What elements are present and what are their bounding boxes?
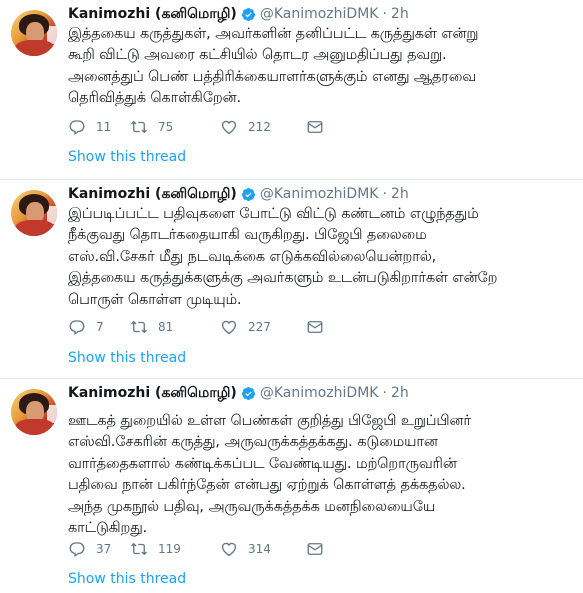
author-name[interactable]: Kanimozhi (கனிமொழி) (68, 185, 237, 203)
direct-message-button[interactable] (306, 540, 324, 558)
like-count: 314 (248, 542, 271, 556)
tweet-text-line: அந்த முகநூல் பதிவு, அருவருக்கத்தக்க மனநி… (68, 498, 436, 515)
reply-button[interactable]: 37 (68, 540, 130, 558)
retweet-button[interactable]: 81 (130, 318, 220, 336)
show-thread-link[interactable]: Show this thread (68, 149, 186, 165)
tweet[interactable]: Kanimozhi (கனிமொழி) @KanimozhiDMK · 2h இ… (0, 0, 583, 180)
verified-badge-icon (241, 386, 255, 400)
author-name[interactable]: Kanimozhi (கனிமொழி) (68, 384, 237, 402)
direct-message-button[interactable] (306, 318, 324, 336)
tweet-text-line: வார்த்தைகளால் கண்டிக்கப்பட வேண்டியது. மற… (68, 455, 457, 472)
like-button[interactable]: 314 (220, 540, 306, 558)
direct-message-icon (307, 321, 323, 333)
separator-dot: · (382, 6, 387, 22)
tweet-actions: 7 81 227 (68, 318, 324, 336)
retweet-button[interactable]: 75 (130, 118, 220, 136)
direct-message-icon (307, 543, 323, 555)
reply-button[interactable]: 7 (68, 318, 130, 336)
retweet-count: 75 (158, 120, 174, 134)
avatar[interactable] (11, 389, 57, 435)
tweet-text-line: அனைத்துப் பெண் பத்திரிக்கையாளர்களுக்கும்… (68, 68, 476, 85)
like-button[interactable]: 212 (220, 118, 306, 136)
tweet-timeline: Kanimozhi (கனிமொழி) @KanimozhiDMK · 2h இ… (0, 0, 583, 593)
tweet[interactable]: Kanimozhi (கனிமொழி) @KanimozhiDMK · 2h இ… (0, 180, 583, 379)
author-handle[interactable]: @KanimozhiDMK (260, 185, 379, 203)
retweet-count: 81 (158, 320, 174, 334)
like-icon (221, 320, 237, 335)
tweet-text-line: கூறி விட்டு அவரை கட்சியில் தொடர அனுமதிப்… (68, 47, 447, 64)
tweet-text: ஊடகத் துறையில் உள்ள பெண்கள் குறித்து பிஜ… (68, 411, 568, 539)
avatar[interactable] (11, 190, 57, 236)
author-handle[interactable]: @KanimozhiDMK (260, 384, 379, 402)
retweet-count: 119 (158, 542, 181, 556)
author-name[interactable]: Kanimozhi (கனிமொழி) (68, 5, 237, 23)
tweet[interactable]: Kanimozhi (கனிமொழி) @KanimozhiDMK · 2h ஊ… (0, 379, 583, 593)
like-icon (221, 542, 237, 557)
reply-button[interactable]: 11 (68, 118, 130, 136)
tweet-text-line: நீக்குவது தொடர்கதையாகி வருகிறது. பிஜேபி … (68, 227, 427, 244)
separator-dot: · (382, 186, 387, 202)
retweet-icon (131, 542, 147, 556)
retweet-button[interactable]: 119 (130, 540, 220, 558)
tweet-text-line: எஸ்வி.சேகரின் கருத்து, அருவருக்கத்தக்கது… (68, 434, 438, 451)
tweet-text-line: பதிவை நான் பகிர்ந்தேன் என்பது ஏற்றுக் கொ… (68, 477, 466, 494)
tweet-text-line: இப்படிப்பட்ட பதிவுகளை போட்டு விட்டு கண்ட… (68, 206, 479, 222)
author-handle[interactable]: @KanimozhiDMK (260, 5, 379, 23)
tweet-text: இத்தகைய கருத்துகள், அவர்களின் தனிப்பட்ட … (68, 24, 568, 110)
like-icon (221, 120, 237, 135)
retweet-icon (131, 320, 147, 334)
tweet-timestamp[interactable]: 2h (391, 384, 409, 402)
reply-icon (69, 120, 85, 136)
verified-badge-icon (241, 7, 255, 21)
tweet-text-line: பொருள் கொள்ள முடியும். (68, 291, 242, 308)
tweet-text-line: எஸ்.வி.சேகர் மீது நடவடிக்கை எடுக்கவில்லை… (68, 248, 437, 265)
tweet-text-line: காட்டுகிறது. (68, 520, 148, 537)
tweet-text: இப்படிப்பட்ட பதிவுகளை போட்டு விட்டு கண்ட… (68, 204, 568, 311)
reply-count: 11 (96, 120, 112, 134)
tweet-header: Kanimozhi (கனிமொழி) @KanimozhiDMK · 2h (68, 384, 409, 402)
tweet-actions: 37 119 314 (68, 540, 324, 558)
reply-count: 7 (96, 320, 104, 334)
verified-badge-icon (241, 187, 255, 201)
reply-count: 37 (96, 542, 112, 556)
direct-message-icon (307, 121, 323, 133)
tweet-timestamp[interactable]: 2h (391, 5, 409, 23)
like-button[interactable]: 227 (220, 318, 306, 336)
direct-message-button[interactable] (306, 118, 324, 136)
show-thread-link[interactable]: Show this thread (68, 350, 186, 366)
tweet-timestamp[interactable]: 2h (391, 185, 409, 203)
tweet-text-line: ஊடகத் துறையில் உள்ள பெண்கள் குறித்து பிஜ… (68, 413, 471, 429)
tweet-text-line: இத்தகைய கருத்துகள், அவர்களின் தனிப்பட்ட … (68, 26, 479, 42)
separator-dot: · (382, 385, 387, 401)
tweet-header: Kanimozhi (கனிமொழி) @KanimozhiDMK · 2h (68, 5, 409, 23)
reply-icon (69, 320, 85, 336)
like-count: 212 (248, 120, 271, 134)
tweet-text-line: தெரிவித்துக் கொள்கிறேன். (68, 90, 242, 107)
like-count: 227 (248, 320, 271, 334)
tweet-actions: 11 75 212 (68, 118, 324, 136)
tweet-header: Kanimozhi (கனிமொழி) @KanimozhiDMK · 2h (68, 185, 409, 203)
avatar[interactable] (11, 10, 57, 56)
retweet-icon (131, 120, 147, 134)
reply-icon (69, 542, 85, 558)
show-thread-link[interactable]: Show this thread (68, 571, 186, 587)
tweet-text-line: இத்தகைய கருத்துக்களுக்கு அவர்களும் உடன்ப… (68, 270, 498, 287)
